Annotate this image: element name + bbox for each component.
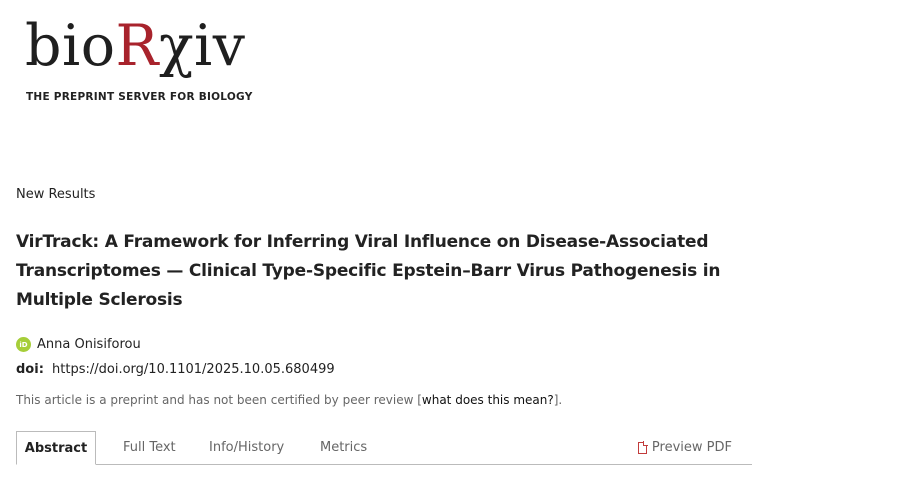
- pdf-file-icon: [637, 440, 648, 454]
- article-section-label: New Results: [16, 187, 96, 202]
- notice-suffix: ].: [553, 393, 563, 407]
- author-row: iD Anna Onisiforou: [16, 337, 141, 352]
- notice-text: This article is a preprint and has not b…: [16, 393, 422, 407]
- doi-label: doi:: [16, 362, 44, 377]
- tab-abstract[interactable]: Abstract: [16, 431, 96, 465]
- biorxiv-logo[interactable]: bioRχiv THE PREPRINT SERVER FOR BIOLOGY: [25, 13, 252, 103]
- preprint-notice: This article is a preprint and has not b…: [16, 393, 562, 407]
- preview-pdf-link[interactable]: Preview PDF: [637, 431, 732, 464]
- author-name[interactable]: Anna Onisiforou: [37, 337, 141, 352]
- logo-tagline: THE PREPRINT SERVER FOR BIOLOGY: [26, 91, 253, 103]
- tab-full-text[interactable]: Full Text: [123, 431, 176, 464]
- doi-link[interactable]: https://doi.org/10.1101/2025.10.05.68049…: [52, 362, 335, 377]
- logo-wordmark: bioRχiv: [25, 13, 246, 79]
- preview-pdf-label: Preview PDF: [651, 440, 732, 455]
- tab-info-history[interactable]: Info/History: [209, 431, 284, 464]
- what-does-this-mean-link[interactable]: what does this mean?: [422, 393, 554, 407]
- doi-row: doi: https://doi.org/10.1101/2025.10.05.…: [16, 362, 335, 377]
- article-title: VirTrack: A Framework for Inferring Vira…: [16, 232, 721, 310]
- orcid-icon[interactable]: iD: [16, 337, 31, 352]
- tab-metrics[interactable]: Metrics: [320, 431, 367, 464]
- article-tabs: Abstract Full Text Info/History Metrics …: [16, 431, 752, 465]
